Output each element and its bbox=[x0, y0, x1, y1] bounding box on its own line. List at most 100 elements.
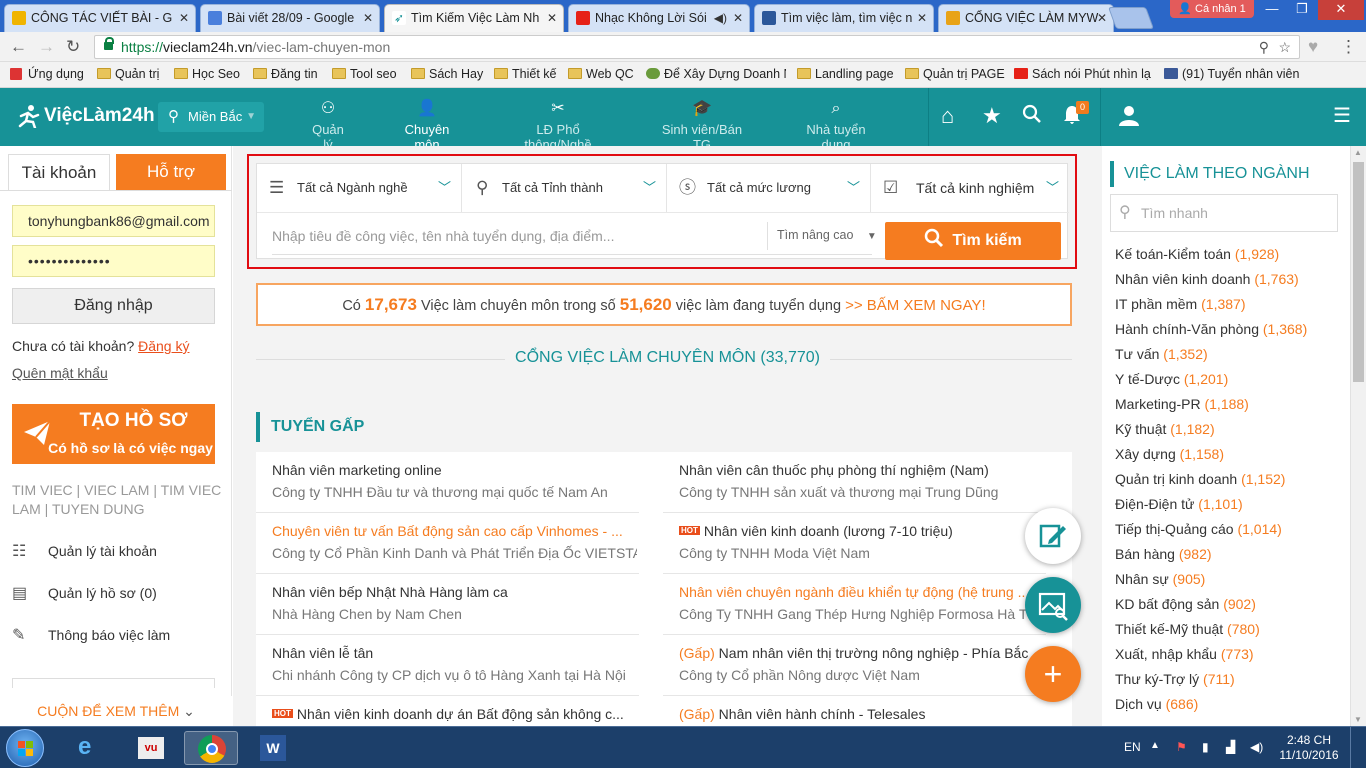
job-item[interactable]: Nhân viên marketing online Công ty TNHH … bbox=[256, 452, 639, 513]
browser-tab-active[interactable]: ➶ Tìm Kiếm Việc Làm Nh ✕ bbox=[384, 4, 564, 32]
ie-taskbar-button[interactable]: e bbox=[62, 731, 116, 765]
bookmark-link[interactable]: Để Xây Dựng Doanh N bbox=[646, 67, 786, 81]
location-select[interactable]: ⚲ Miền Bắc ▼ bbox=[158, 102, 264, 132]
industry-item[interactable]: Marketing-PR (1,188) bbox=[1115, 396, 1249, 412]
password-field[interactable]: •••••••••••••• bbox=[12, 245, 215, 277]
salary-select[interactable]: ⓢ Tất cả mức lương ﹀ bbox=[667, 164, 871, 212]
job-item[interactable]: HOT Nhân viên kinh doanh (lương 7-10 triệ… bbox=[663, 513, 1046, 574]
user-account-icon[interactable] bbox=[1118, 104, 1140, 131]
industry-item[interactable]: IT phần mềm (1,387) bbox=[1115, 296, 1245, 312]
bookmark-folder[interactable]: Đăng tin bbox=[253, 67, 318, 81]
job-company[interactable]: Chi nhánh Công ty CP dịch vụ ô tô Hàng X… bbox=[272, 667, 637, 683]
login-button[interactable]: Đăng nhập bbox=[12, 288, 215, 324]
scroll-down-icon[interactable]: ▼ bbox=[1354, 715, 1362, 724]
job-title[interactable]: HOT Nhân viên kinh doanh dự án Bất động s… bbox=[272, 706, 637, 722]
quick-search-input[interactable]: ⚲ Tìm nhanh bbox=[1110, 194, 1338, 232]
home-icon[interactable]: ⌂ bbox=[941, 104, 954, 128]
job-item[interactable]: Chuyên viên tư vấn Bất động sản cao cấp … bbox=[256, 513, 639, 574]
close-icon[interactable]: ✕ bbox=[1097, 5, 1107, 31]
job-title[interactable]: (Gấp) Nam nhân viên thị trường nông nghi… bbox=[679, 645, 1044, 661]
battery-icon[interactable]: ▮ bbox=[1202, 740, 1209, 754]
industry-item[interactable]: Nhân viên kinh doanh (1,763) bbox=[1115, 271, 1299, 287]
volume-icon[interactable]: ◀) bbox=[1250, 740, 1263, 754]
star-icon[interactable]: ★ bbox=[982, 104, 1002, 128]
bookmark-apps[interactable]: Ứng dụng bbox=[10, 67, 84, 81]
close-icon[interactable]: ✕ bbox=[547, 5, 557, 31]
industry-item[interactable]: Tư vấn (1,352) bbox=[1115, 346, 1208, 362]
nav-chuyen-mon[interactable]: 👤 Chuyên môn bbox=[390, 100, 464, 162]
nav-nha-tuyen-dung[interactable]: ⌕ Nhà tuyển dụng bbox=[792, 100, 880, 152]
forgot-password-link[interactable]: Quên mật khẩu bbox=[12, 365, 108, 381]
job-item[interactable]: (Gấp) Nam nhân viên thị trường nông nghi… bbox=[663, 635, 1046, 696]
nav-sinh-vien[interactable]: 🎓 Sinh viên/Bán TG bbox=[654, 100, 750, 152]
industry-select[interactable]: ☰ Tất cả Ngành nghề ﹀ bbox=[257, 164, 462, 212]
bookmark-star-icon[interactable]: ☆ bbox=[1278, 36, 1291, 58]
tray-expand-icon[interactable]: ▲ bbox=[1150, 740, 1160, 751]
job-item[interactable]: Nhân viên cân thuốc phụ phòng thí nghiệm… bbox=[663, 452, 1046, 513]
industry-item[interactable]: KD bất động sản (902) bbox=[1115, 596, 1256, 612]
key-icon[interactable]: ⚲ bbox=[1259, 36, 1269, 58]
industry-item[interactable]: Kế toán-Kiểm toán (1,928) bbox=[1115, 246, 1279, 262]
job-item[interactable]: Nhân viên chuyên ngành điều khiển tự độn… bbox=[663, 574, 1046, 635]
register-link[interactable]: Đăng ký bbox=[138, 338, 189, 354]
minimize-button[interactable]: — bbox=[1258, 0, 1286, 20]
job-title[interactable]: Nhân viên bếp Nhật Nhà Hàng làm ca bbox=[272, 584, 637, 600]
unikey-taskbar-button[interactable]: vu bbox=[124, 731, 178, 765]
job-title[interactable]: HOT Nhân viên kinh doanh (lương 7-10 triệ… bbox=[679, 523, 1044, 539]
industry-item[interactable]: Hành chính-Văn phòng (1,368) bbox=[1115, 321, 1307, 337]
nav-lao-dong-pho-thong[interactable]: ✂ LĐ Phổ thông/Nghề bbox=[504, 100, 612, 152]
industry-item[interactable]: Thiết kế-Mỹ thuật (780) bbox=[1115, 621, 1260, 637]
job-title[interactable]: (Gấp) Nhân viên hành chính - Telesales bbox=[679, 706, 1044, 722]
create-cv-button[interactable]: TẠO HỒ SƠ Có hồ sơ là có việc ngay bbox=[12, 404, 215, 464]
job-item[interactable]: Nhân viên bếp Nhật Nhà Hàng làm ca Nhà H… bbox=[256, 574, 639, 635]
province-select[interactable]: ⚲ Tất cả Tỉnh thành ﹀ bbox=[462, 164, 667, 212]
industry-item[interactable]: Dịch vụ (686) bbox=[1115, 696, 1198, 712]
show-desktop-button[interactable] bbox=[1350, 727, 1366, 768]
hamburger-menu-icon[interactable]: ☰ bbox=[1333, 104, 1351, 128]
close-icon[interactable]: ✕ bbox=[733, 5, 743, 31]
bookmark-link[interactable]: Sách nói Phút nhìn lạ bbox=[1014, 67, 1156, 81]
tab-account[interactable]: Tài khoản bbox=[8, 154, 110, 190]
scroll-up-icon[interactable]: ▲ bbox=[1354, 148, 1362, 157]
bookmark-folder[interactable]: Quản trị PAGE bbox=[905, 67, 1005, 81]
start-button[interactable] bbox=[6, 729, 44, 767]
bookmark-folder[interactable]: Landling page bbox=[797, 67, 894, 81]
post-cv-float-button[interactable] bbox=[1025, 508, 1081, 564]
industry-item[interactable]: Y tế-Dược (1,201) bbox=[1115, 371, 1228, 387]
menu-manage-account[interactable]: ☷ Quản lý tài khoản bbox=[12, 543, 157, 560]
bookmark-folder[interactable]: Học Seo bbox=[174, 67, 240, 81]
industry-item[interactable]: Tiếp thị-Quảng cáo (1,014) bbox=[1115, 521, 1282, 537]
chrome-taskbar-button[interactable] bbox=[184, 731, 238, 765]
browser-tab[interactable]: Bài viết 28/09 - Google ✕ bbox=[200, 4, 380, 32]
close-icon[interactable]: ✕ bbox=[917, 5, 927, 31]
extension-icon[interactable]: ♥ bbox=[1308, 37, 1318, 57]
close-icon[interactable]: ✕ bbox=[179, 5, 189, 31]
job-company[interactable]: Công ty Cổ phần Nông dược Việt Nam bbox=[679, 667, 1044, 683]
back-icon[interactable]: ← bbox=[10, 37, 27, 57]
industry-item[interactable]: Thư ký-Trợ lý (711) bbox=[1115, 671, 1235, 687]
menu-job-alerts[interactable]: ✎ Thông báo việc làm bbox=[12, 627, 170, 644]
job-images-float-button[interactable] bbox=[1025, 577, 1081, 633]
industry-item[interactable]: Bán hàng (982) bbox=[1115, 546, 1212, 562]
job-title[interactable]: Nhân viên marketing online bbox=[272, 462, 637, 478]
profile-button[interactable]: 👤 Cá nhân 1 bbox=[1170, 0, 1254, 18]
bookmark-folder[interactable]: Thiết kế bbox=[494, 67, 556, 81]
bookmark-folder[interactable]: Web QC bbox=[568, 67, 634, 81]
view-now-link[interactable]: >> BẤM XEM NGAY! bbox=[845, 297, 986, 314]
industry-item[interactable]: Xây dựng (1,158) bbox=[1115, 446, 1224, 462]
job-company[interactable]: Công ty TNHH sản xuất và thương mại Trun… bbox=[679, 484, 1044, 500]
close-icon[interactable]: ✕ bbox=[363, 5, 373, 31]
menu-manage-cv[interactable]: ▤ Quản lý hồ sơ (0) bbox=[12, 585, 157, 602]
job-title[interactable]: Nhân viên chuyên ngành điều khiển tự độn… bbox=[679, 584, 1044, 600]
advanced-search-dropdown[interactable]: Tìm nâng cao ▼ bbox=[777, 228, 877, 242]
job-company[interactable]: Công ty Cổ Phần Kinh Danh và Phát Triển … bbox=[272, 545, 637, 561]
bookmark-folder[interactable]: Tool seo bbox=[332, 67, 397, 81]
site-logo[interactable]: ViệcLàm24h bbox=[18, 104, 155, 130]
tab-support[interactable]: Hỗ trợ bbox=[116, 154, 226, 190]
word-taskbar-button[interactable]: W bbox=[246, 731, 300, 765]
browser-tab[interactable]: CÔNG TÁC VIẾT BÀI - G ✕ bbox=[4, 4, 196, 32]
industry-item[interactable]: Điện-Điện tử (1,101) bbox=[1115, 496, 1243, 512]
search-icon[interactable] bbox=[1022, 104, 1042, 129]
promo-banner[interactable]: Có 17,673 Việc làm chuyên môn trong số 5… bbox=[256, 283, 1072, 326]
flag-alert-icon[interactable]: ⚑ bbox=[1176, 740, 1187, 754]
